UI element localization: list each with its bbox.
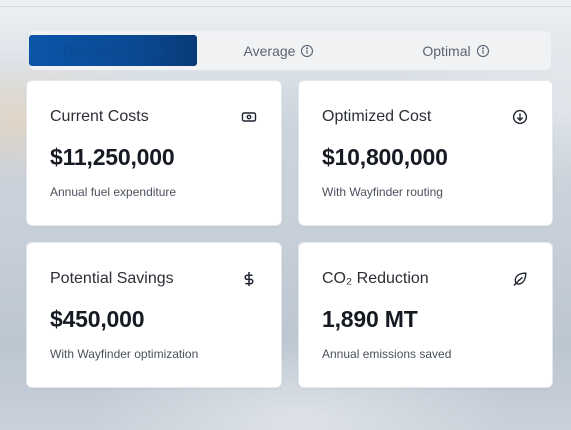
card-title: Optimized Cost — [322, 108, 432, 125]
card-title: Current Costs — [50, 108, 149, 125]
co2-reduction-card: CO₂ Reduction 1,890 MT Annual emissions … — [298, 242, 553, 388]
card-title: CO₂ Reduction — [322, 270, 429, 287]
dollar-sign-icon — [241, 271, 257, 287]
info-icon[interactable] — [300, 44, 314, 58]
card-subtitle: Annual emissions saved — [322, 347, 452, 361]
info-icon[interactable] — [476, 44, 490, 58]
potential-savings-card: Potential Savings $450,000 With Wayfinde… — [26, 242, 282, 388]
tab-optimal[interactable]: Optimal — [361, 35, 551, 66]
card-value: $10,800,000 — [322, 144, 448, 170]
banknote-icon — [241, 109, 257, 125]
card-value: $11,250,000 — [50, 144, 175, 170]
card-title: Potential Savings — [50, 270, 174, 287]
tab-label: Optimal — [422, 42, 471, 59]
header-divider — [0, 6, 571, 7]
card-value: 1,890 MT — [322, 306, 418, 332]
tab-conservative[interactable]: Conservative — [29, 35, 197, 66]
tab-label: Average — [243, 42, 296, 59]
optimized-cost-card: Optimized Cost $10,800,000 With Wayfinde… — [298, 80, 553, 226]
card-value: $450,000 — [50, 306, 145, 332]
current-costs-card: Current Costs $11,250,000 Annual fuel ex… — [26, 80, 282, 226]
card-subtitle: With Wayfinder optimization — [50, 347, 199, 361]
arrow-down-circle-icon — [512, 109, 528, 125]
leaf-icon — [512, 271, 528, 287]
card-subtitle: Annual fuel expenditure — [50, 185, 177, 199]
tab-average[interactable]: Average — [197, 35, 361, 66]
card-subtitle: With Wayfinder routing — [322, 185, 443, 199]
info-icon[interactable] — [149, 44, 163, 58]
scenario-selector: Conservative Average Optimal — [29, 31, 551, 70]
tab-label: Conservative — [62, 42, 145, 59]
